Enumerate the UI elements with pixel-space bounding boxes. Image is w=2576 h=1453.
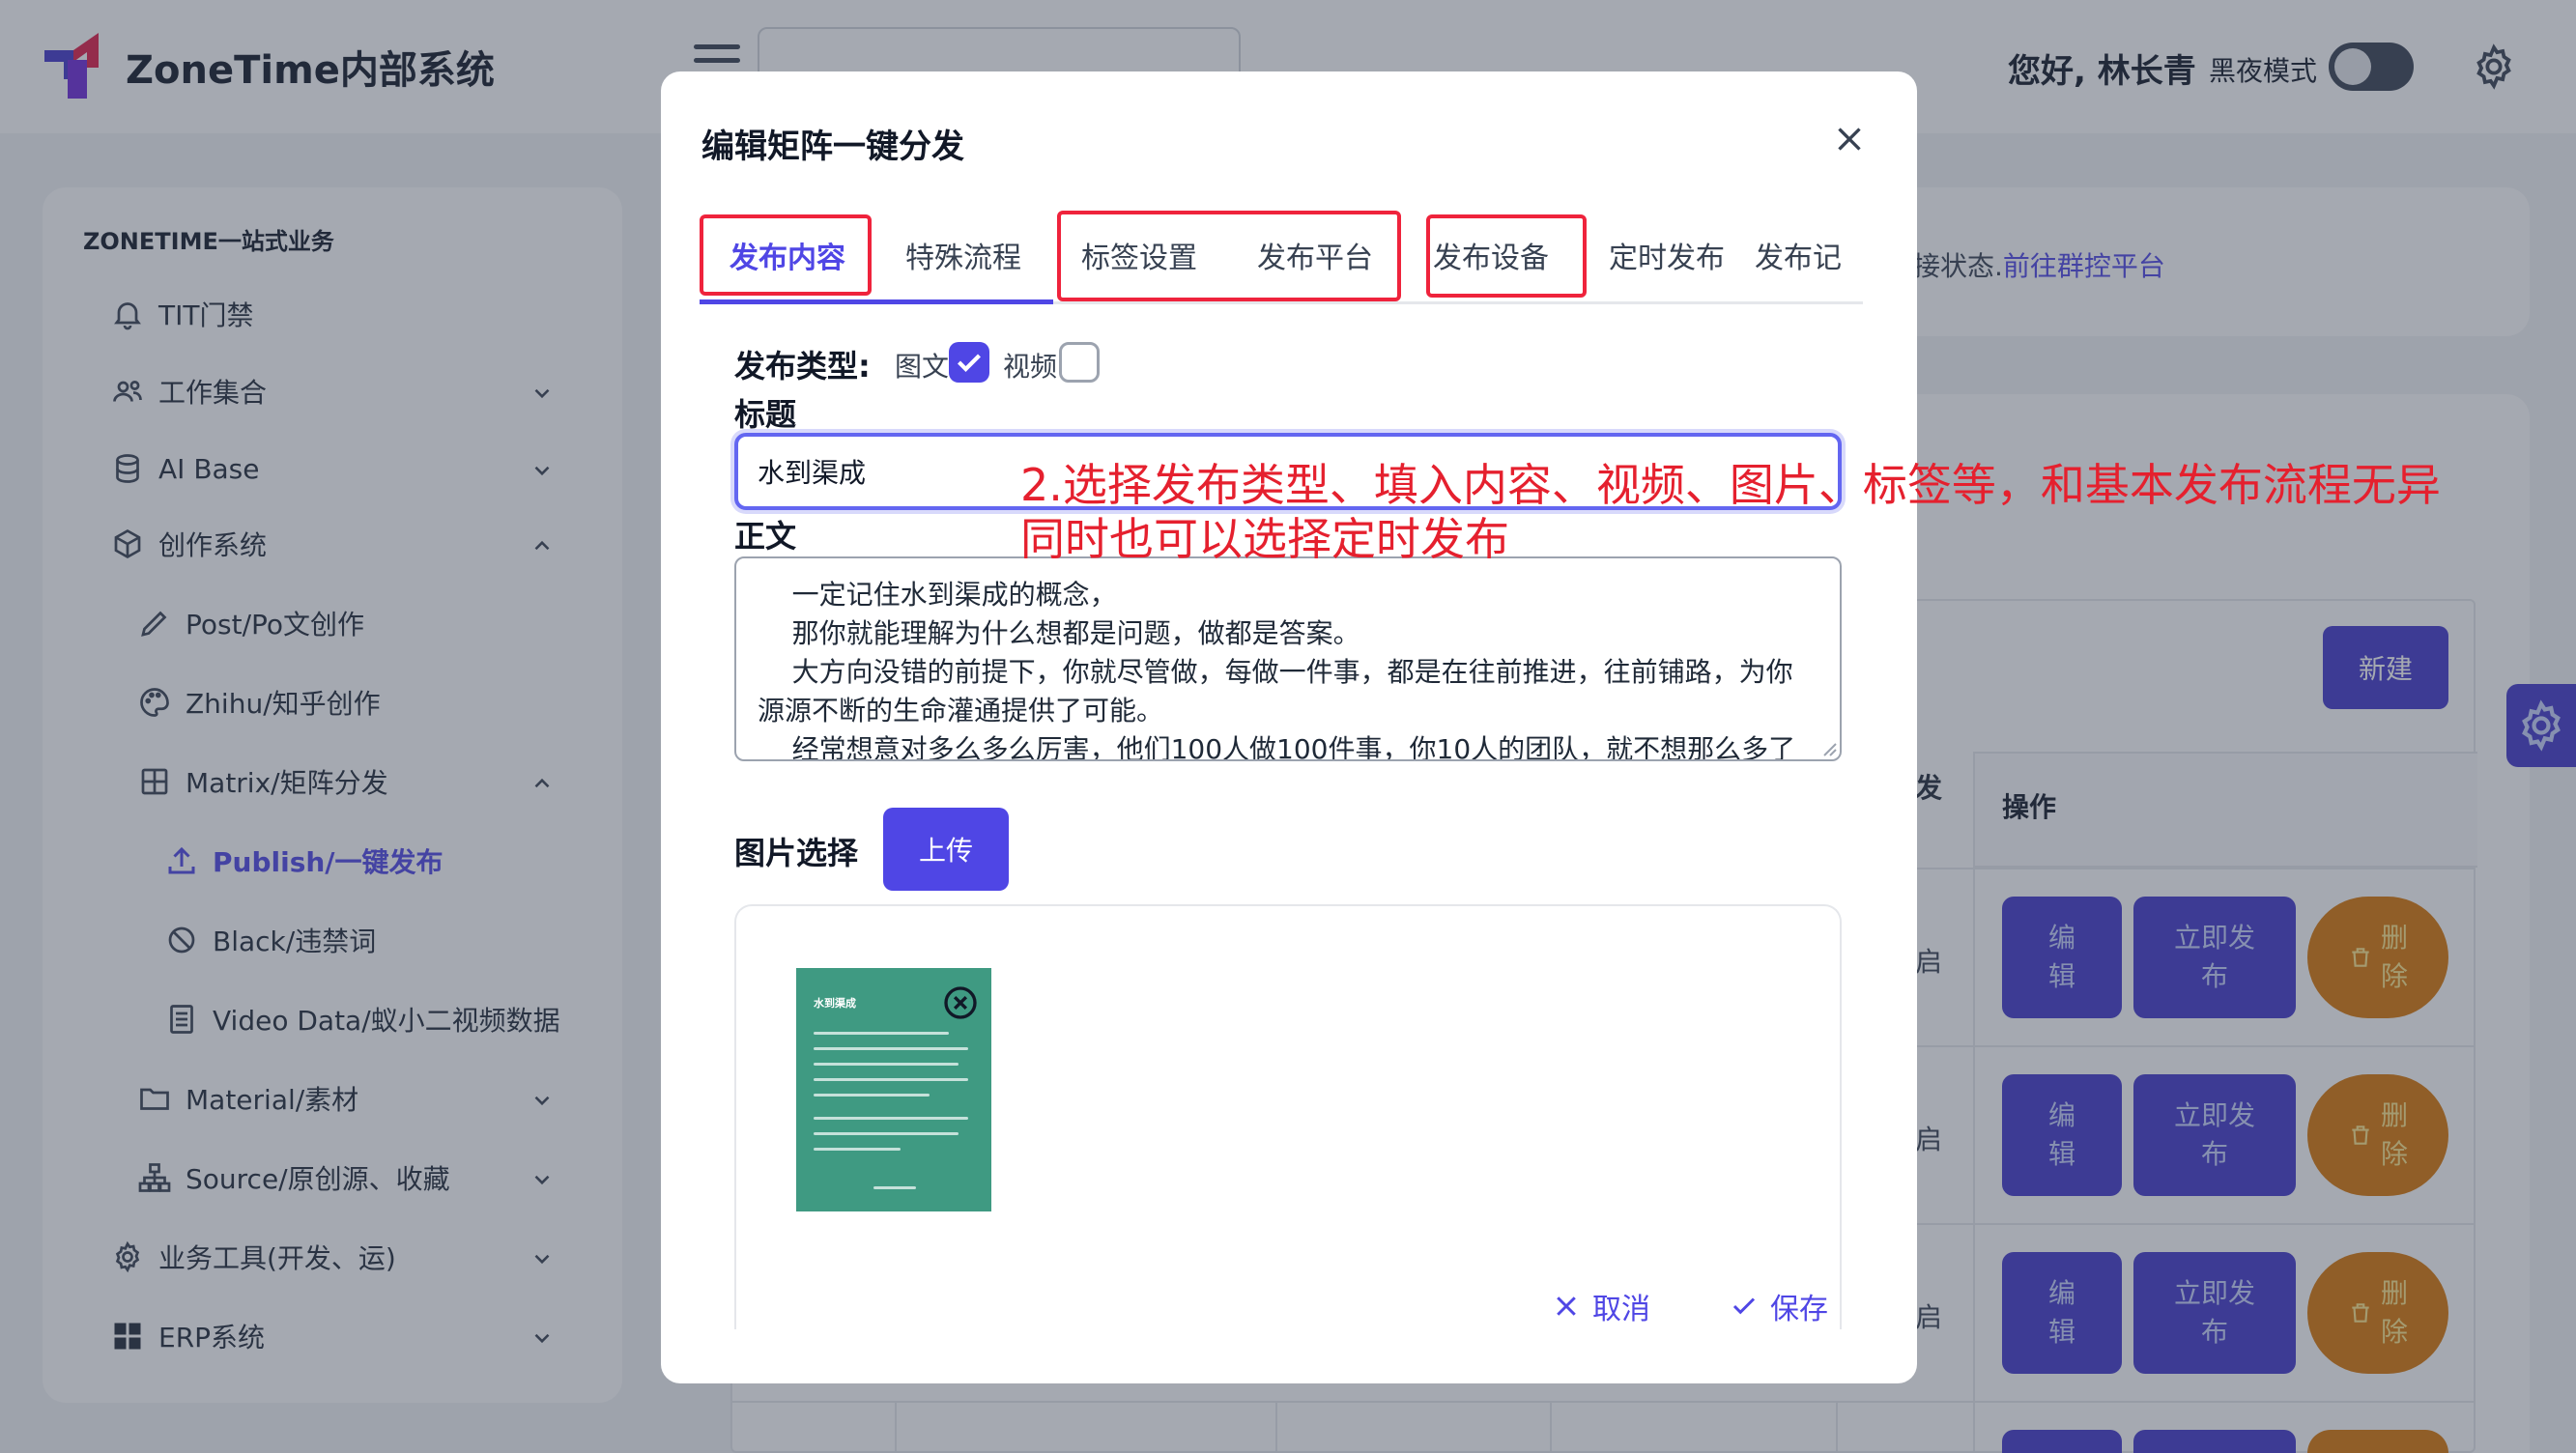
upload-button[interactable]: 上传 bbox=[883, 808, 1009, 891]
type-video-checkbox[interactable] bbox=[1059, 342, 1100, 383]
cancel-label: 取消 bbox=[1592, 1293, 1650, 1326]
annotation-line-1: 2.选择发布类型、填入内容、视频、图片、标签等，和基本发布流程无异 bbox=[1020, 459, 2441, 511]
type-image-text-label: 图文 bbox=[895, 351, 950, 383]
body-textarea[interactable]: 一定记住水到渠成的概念， 那你就能理解为什么想都是问题，做都是答案。 大方向没错… bbox=[734, 556, 1842, 761]
title-label: 标题 bbox=[734, 396, 797, 433]
instruction-annotation: 2.选择发布类型、填入内容、视频、图片、标签等，和基本发布流程无异 同时也可以选… bbox=[1020, 458, 2441, 566]
highlight-box bbox=[700, 214, 872, 296]
thumbnail-text-line bbox=[814, 1132, 959, 1135]
close-icon[interactable] bbox=[1832, 122, 1867, 157]
thumbnail-text-line bbox=[873, 1186, 916, 1189]
thumbnail-text-line bbox=[814, 1148, 901, 1151]
publish-type-label: 发布类型: bbox=[734, 348, 871, 385]
image-select-label: 图片选择 bbox=[734, 835, 859, 871]
thumbnail-text-line bbox=[814, 1032, 949, 1035]
save-button[interactable]: 保存 bbox=[1730, 1285, 1828, 1327]
type-image-text-checkbox[interactable] bbox=[949, 342, 989, 383]
check-icon bbox=[958, 354, 981, 372]
body-label: 正文 bbox=[734, 518, 797, 555]
type-video-label: 视频 bbox=[1003, 351, 1058, 383]
check-icon bbox=[1732, 1297, 1756, 1315]
thumbnail-title: 水到渠成 bbox=[814, 997, 856, 1010]
thumbnail-text-line bbox=[814, 1063, 959, 1066]
tab-publish-records[interactable]: 发布记 bbox=[1755, 234, 1863, 276]
highlight-box bbox=[1057, 211, 1401, 301]
remove-image-icon[interactable] bbox=[941, 983, 980, 1022]
modal-title: 编辑矩阵一键分发 bbox=[701, 128, 964, 166]
save-label: 保存 bbox=[1770, 1293, 1828, 1326]
active-tab-indicator bbox=[700, 299, 1053, 304]
thumbnail-text-line bbox=[814, 1078, 968, 1081]
edit-matrix-modal: 编辑矩阵一键分发 发布内容 特殊流程 标签设置 发布平台 发布设备 定时发布 发… bbox=[661, 71, 1917, 1383]
cancel-button[interactable]: 取消 bbox=[1552, 1285, 1650, 1327]
thumbnail-text-line bbox=[814, 1094, 930, 1097]
thumbnail-text-line bbox=[814, 1117, 968, 1120]
close-icon bbox=[1557, 1296, 1576, 1316]
thumbnail-text-line bbox=[814, 1047, 968, 1050]
tab-scheduled-publish[interactable]: 定时发布 bbox=[1579, 234, 1755, 276]
resize-handle-icon[interactable] bbox=[1820, 740, 1838, 757]
tab-special-process[interactable]: 特殊流程 bbox=[875, 234, 1051, 276]
highlight-box bbox=[1426, 214, 1587, 298]
annotation-line-2: 同时也可以选择定时发布 bbox=[1020, 513, 1509, 565]
